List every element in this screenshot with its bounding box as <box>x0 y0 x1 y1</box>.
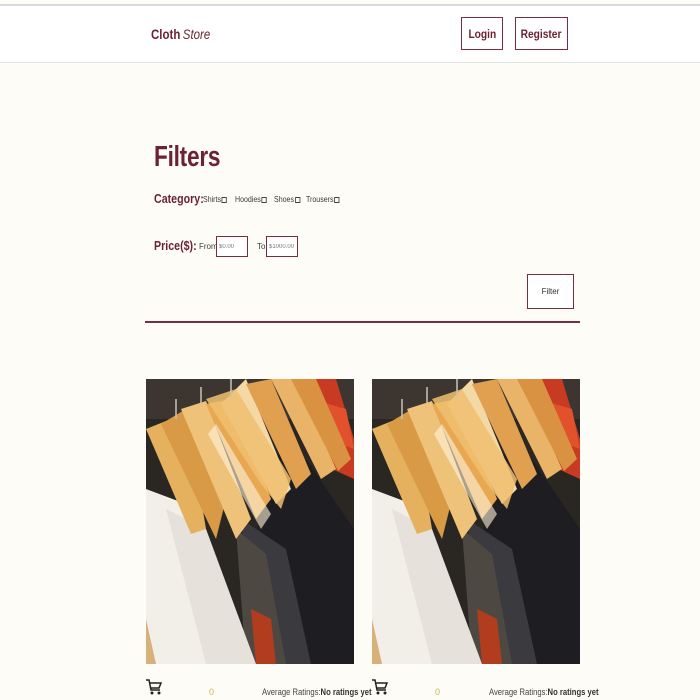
clothes-on-hangers-image <box>372 379 580 664</box>
price-to-input[interactable] <box>266 236 298 257</box>
product-image[interactable] <box>372 379 580 664</box>
from-label: From <box>199 242 218 251</box>
navbar: Cloth Store Login Register <box>0 6 700 63</box>
average-ratings: Average Ratings:No ratings yet <box>262 687 372 697</box>
brand-italic: Store <box>182 26 211 42</box>
section-divider <box>145 321 580 323</box>
shopping-cart-icon[interactable] <box>146 678 162 696</box>
register-label: Register <box>521 26 562 41</box>
category-option-shoes[interactable]: Shoes <box>274 195 301 204</box>
category-option-label: Hoodies <box>235 195 261 204</box>
average-ratings-label: Average Ratings: <box>262 687 321 697</box>
to-label: To <box>257 242 266 251</box>
average-ratings-value: No ratings yet <box>320 687 372 697</box>
category-option-label: Trousers <box>306 195 334 204</box>
clothes-on-hangers-image <box>146 379 354 664</box>
login-button[interactable]: Login <box>461 17 503 50</box>
register-button[interactable]: Register <box>515 17 568 50</box>
rating-count: 0 <box>209 687 215 697</box>
checkbox[interactable] <box>294 196 301 203</box>
filters-title: Filters <box>154 141 221 173</box>
shopping-cart-icon[interactable] <box>372 678 388 696</box>
category-option-shirts[interactable]: Shirts <box>203 195 228 204</box>
category-label: Category: <box>154 191 204 206</box>
product-image[interactable] <box>146 379 354 664</box>
category-option-hoodies[interactable]: Hoodies <box>235 195 267 204</box>
category-option-label: Shoes <box>274 195 294 204</box>
checkbox[interactable] <box>334 196 340 203</box>
checkbox[interactable] <box>221 196 228 203</box>
price-from-input[interactable] <box>216 236 248 257</box>
filter-button[interactable]: Filter <box>527 274 574 309</box>
price-label: Price($): <box>154 238 197 253</box>
brand-logo[interactable]: Cloth Store <box>151 26 210 42</box>
average-ratings-value: No ratings yet <box>547 687 599 697</box>
average-ratings-label: Average Ratings: <box>489 687 548 697</box>
brand-bold: Cloth <box>151 26 181 42</box>
login-label: Login <box>468 26 496 41</box>
average-ratings: Average Ratings:No ratings yet <box>489 687 599 697</box>
checkbox[interactable] <box>261 196 267 203</box>
rating-count: 0 <box>435 687 441 697</box>
category-option-label: Shirts <box>203 195 221 204</box>
category-option-trousers[interactable]: Trousers <box>306 195 340 204</box>
